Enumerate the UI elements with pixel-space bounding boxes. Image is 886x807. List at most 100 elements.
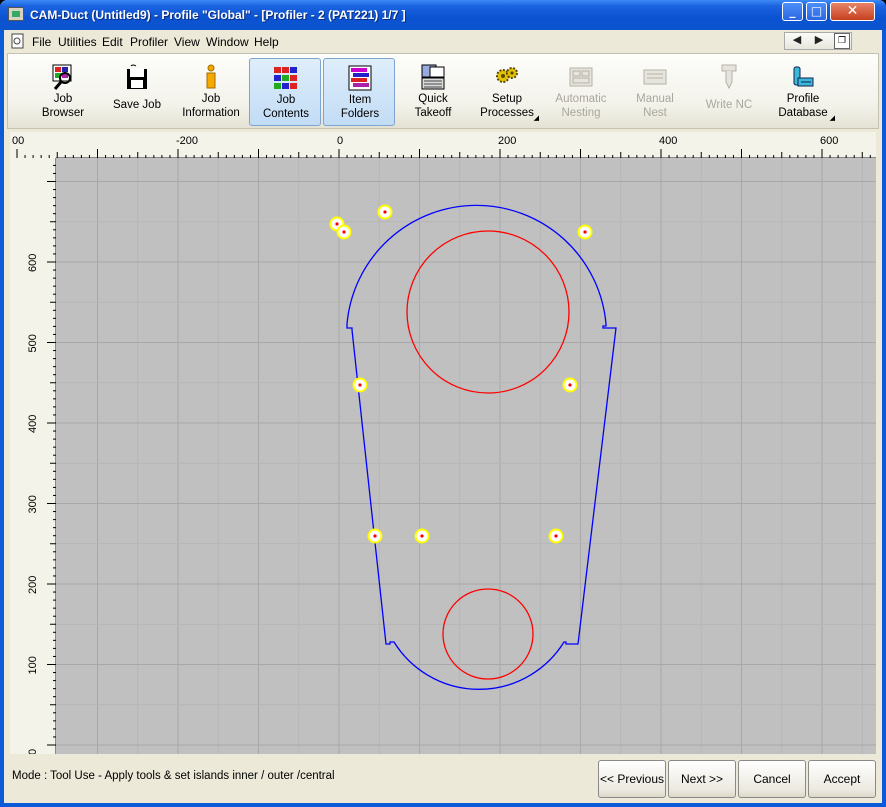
ruler-y-label: 100: [27, 656, 39, 674]
job-browser-icon: [52, 64, 72, 90]
ruler-x-label: 00: [12, 135, 24, 147]
item-folders-button[interactable]: Item Folders: [323, 58, 395, 126]
next-button[interactable]: Next >>: [668, 760, 736, 798]
database-icon: [793, 66, 814, 87]
info-icon: [206, 64, 216, 89]
hole-circle-large[interactable]: [406, 230, 570, 394]
tool-label-line1: Job: [201, 93, 221, 105]
takeoff-icon: [421, 64, 445, 90]
tool-label-line1: Manual: [636, 93, 674, 105]
marker-dot: [335, 222, 339, 226]
menu-help[interactable]: Help: [254, 35, 279, 49]
job-information-button[interactable]: Job Information: [175, 58, 247, 126]
profile-drawing[interactable]: [56, 158, 876, 754]
cancel-button[interactable]: Cancel: [738, 760, 806, 798]
document-icon[interactable]: [10, 33, 26, 49]
tool-label-line1: Quick: [418, 93, 448, 105]
horizontal-ruler-ticks: 00 -200 0 200 400 600: [10, 132, 871, 158]
tool-label-line2: Information: [182, 107, 240, 119]
dropdown-arrow-icon[interactable]: ◢: [534, 114, 539, 122]
tool-label-line1: Item: [348, 94, 372, 106]
folders-icon: [348, 65, 372, 91]
save-job-button[interactable]: Save Job: [101, 58, 173, 126]
menu-edit[interactable]: Edit: [102, 35, 123, 49]
write-nc-button[interactable]: Write NC: [693, 58, 765, 126]
window-title: CAM-Duct (Untitled9) - Profile "Global" …: [30, 8, 406, 22]
menu-profiler[interactable]: Profiler: [130, 35, 168, 49]
restore-icon[interactable]: ❐: [834, 33, 850, 49]
menu-window[interactable]: Window: [206, 35, 249, 49]
maximize-button[interactable]: □: [806, 2, 827, 21]
ruler-y-label: 400: [27, 415, 39, 433]
marker-dot: [568, 383, 572, 387]
tool-label-line1: Setup: [491, 93, 523, 105]
ruler-x-label: 400: [659, 135, 677, 147]
ruler-y-label: 500: [27, 334, 39, 352]
quick-takeoff-button[interactable]: Quick Takeoff: [397, 58, 469, 126]
automatic-nesting-button[interactable]: Automatic Nesting: [545, 58, 617, 126]
vertical-ruler-ticks: 600 500 400 300 200 100 0: [27, 164, 56, 754]
tool-label-line2: Nesting: [561, 107, 601, 119]
ruler-x-label: 0: [337, 135, 343, 147]
ruler-y-label: 600: [27, 254, 39, 272]
save-icon: [127, 64, 147, 89]
grid-icon: [274, 67, 297, 89]
tool-label-line2: Folders: [340, 108, 380, 120]
horizontal-ruler[interactable]: 00 -200 0 200 400 600: [10, 132, 876, 158]
marker-dot: [358, 383, 362, 387]
dropdown-arrow-icon[interactable]: ◢: [830, 114, 835, 122]
menu-utilities[interactable]: Utilities: [58, 35, 97, 49]
marker-dot: [554, 534, 558, 538]
hole-circle-small[interactable]: [442, 588, 534, 680]
ruler-x-label: 600: [820, 135, 838, 147]
job-browser-button[interactable]: Job Browser: [27, 58, 99, 126]
vertical-ruler[interactable]: 600 500 400 300 200 100 0: [10, 158, 56, 754]
tool-label-line1: Job: [276, 94, 296, 106]
manual-nest-icon: [643, 69, 667, 85]
client-area: File Utilities Edit Profiler View Window…: [4, 30, 882, 803]
marker-dot: [583, 230, 587, 234]
manual-nest-button[interactable]: Manual Nest: [619, 58, 691, 126]
previous-button[interactable]: << Previous: [598, 760, 666, 798]
main-toolbar: Job Browser Save Job Job Information Job…: [7, 53, 879, 129]
tool-label-line1: Save Job: [113, 99, 161, 111]
tool-label-line1: Write NC: [705, 99, 753, 111]
close-button[interactable]: ✕: [830, 2, 875, 21]
tool-label-line1: Automatic: [555, 93, 607, 105]
nesting-icon: [569, 67, 593, 87]
tool-label-line2: Nest: [643, 107, 667, 119]
profile-outline[interactable]: [346, 204, 617, 690]
title-bar[interactable]: CAM-Duct (Untitled9) - Profile "Global" …: [0, 0, 886, 30]
forward-arrow-icon[interactable]: ▶: [810, 33, 828, 49]
tool-label-line2: Takeoff: [414, 107, 452, 119]
tool-label-line2: Database: [778, 107, 828, 119]
drawing-canvas[interactable]: [56, 158, 876, 754]
tool-label-line1: Job: [53, 93, 73, 105]
canvas-grid: [56, 158, 876, 754]
tool-label-line2: Processes: [480, 107, 534, 119]
ruler-y-label: 0: [27, 749, 39, 754]
marker-dot: [373, 534, 377, 538]
menu-bar: File Utilities Edit Profiler View Window…: [4, 30, 882, 52]
app-icon[interactable]: [8, 7, 24, 21]
menu-file[interactable]: File: [32, 35, 51, 49]
ruler-y-label: 200: [27, 576, 39, 594]
setup-processes-button[interactable]: Setup Processes ◢: [471, 58, 543, 126]
status-bar: Mode : Tool Use - Apply tools & set isla…: [4, 756, 882, 800]
marker-dot: [420, 534, 424, 538]
tool-label-line1: Profile: [786, 93, 820, 105]
gears-icon: [496, 67, 518, 83]
minimize-button[interactable]: _: [782, 2, 803, 21]
write-nc-icon: [721, 64, 737, 90]
tool-label-line2: Contents: [262, 108, 310, 120]
ruler-x-label: -200: [176, 135, 198, 147]
job-contents-button[interactable]: Job Contents: [249, 58, 321, 126]
accept-button[interactable]: Accept: [808, 760, 876, 798]
mode-text: Mode : Tool Use - Apply tools & set isla…: [12, 770, 335, 782]
menu-view[interactable]: View: [174, 35, 200, 49]
ruler-x-label: 200: [498, 135, 516, 147]
back-arrow-icon[interactable]: ◀: [788, 33, 806, 49]
marker-dot: [383, 210, 387, 214]
tool-label-line2: Browser: [41, 107, 85, 119]
profile-database-button[interactable]: Profile Database ◢: [767, 58, 839, 126]
